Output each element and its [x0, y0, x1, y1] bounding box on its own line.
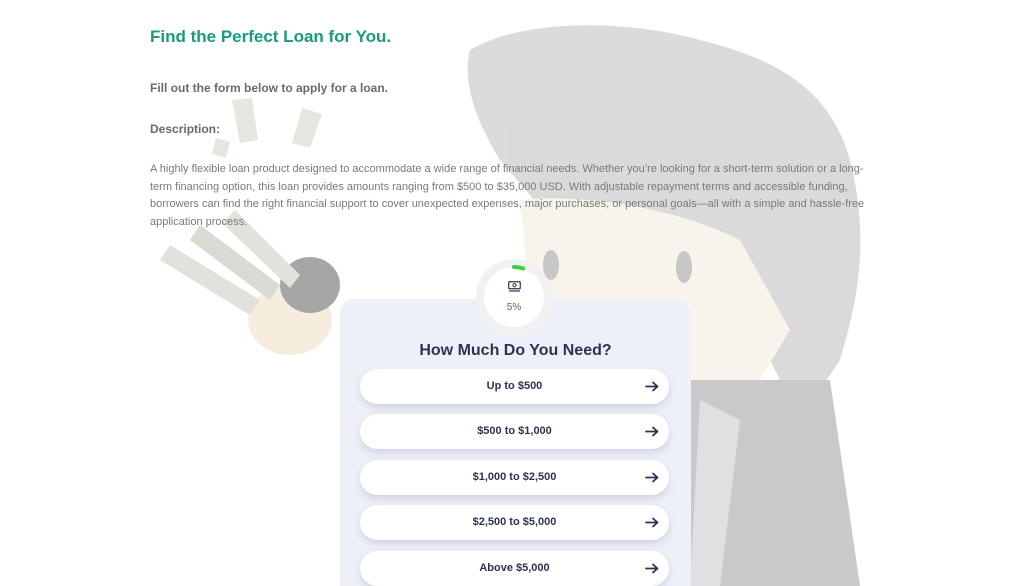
arrow-right-icon — [645, 381, 659, 392]
question-title: How Much Do You Need? — [419, 342, 612, 359]
money-icon — [508, 281, 521, 292]
option-up-to-500[interactable]: Up to $500 — [360, 369, 669, 404]
progress-arc — [482, 265, 546, 329]
arrow-right-icon — [645, 426, 659, 437]
page-title: Find the Perfect Loan for You. — [150, 27, 392, 46]
arrow-right-icon — [645, 472, 659, 483]
page-subtitle: Fill out the form below to apply for a l… — [150, 81, 389, 95]
description-heading: Description: — [150, 122, 221, 136]
option-label: Above $5,000 — [479, 562, 550, 574]
option-label: $500 to $1,000 — [477, 425, 552, 437]
option-label: Up to $500 — [486, 380, 543, 392]
progress-percentage: 5% — [506, 302, 522, 313]
option-label: $1,000 to $2,500 — [472, 471, 557, 483]
option-label: $2,500 to $5,000 — [472, 516, 557, 528]
option-500-to-1000[interactable]: $500 to $1,000 — [360, 414, 669, 449]
description-text: A highly flexible loan product designed … — [150, 163, 865, 229]
progress-indicator: 5% — [476, 259, 552, 335]
option-above-5000[interactable]: Above $5,000 — [360, 551, 669, 586]
option-2500-to-5000[interactable]: $2,500 to $5,000 — [360, 505, 669, 540]
option-1000-to-2500[interactable]: $1,000 to $2,500 — [360, 460, 669, 495]
progress-ring — [482, 265, 546, 329]
loan-amount-card: How Much Do You Need? Up to $500 $500 to… — [340, 299, 691, 586]
arrow-right-icon — [645, 517, 659, 528]
arrow-right-icon — [645, 563, 659, 574]
